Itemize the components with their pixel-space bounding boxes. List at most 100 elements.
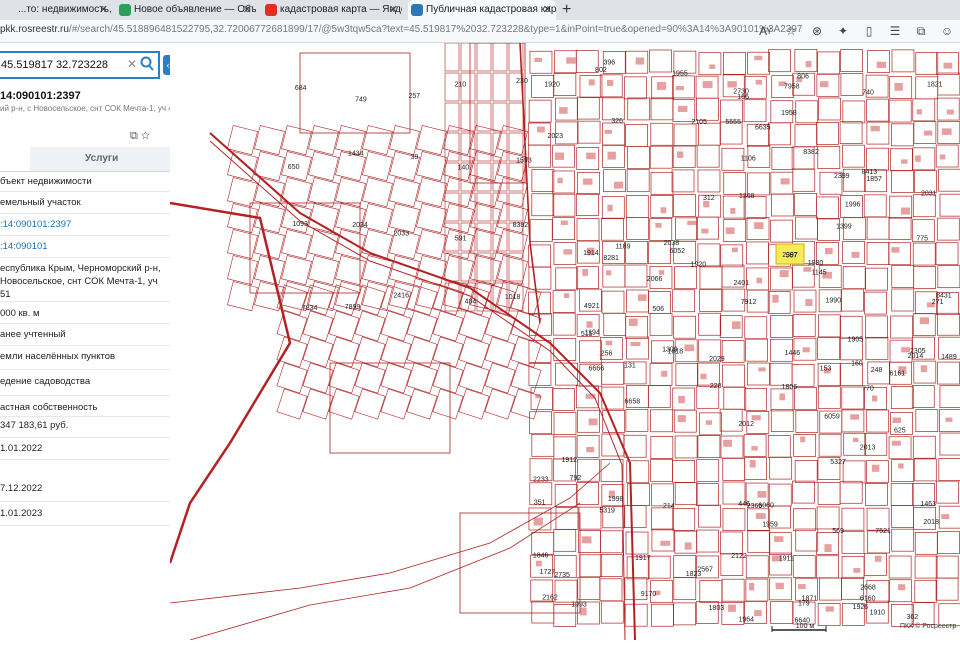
extension-icon[interactable]: ⊛ <box>804 22 830 40</box>
parcel <box>579 340 602 364</box>
parcel-label: 1998 <box>608 496 624 503</box>
search-box[interactable]: 45.519817 32.723228 ✕ <box>0 51 160 79</box>
building <box>727 81 737 88</box>
parcel <box>771 193 794 217</box>
building <box>586 152 596 160</box>
parcel <box>866 409 890 433</box>
building <box>725 227 735 234</box>
parcel <box>626 336 649 360</box>
parcel-label: 1593 <box>516 158 532 165</box>
parcel <box>816 506 840 530</box>
search-icon[interactable] <box>140 56 154 77</box>
close-icon[interactable]: ✕ <box>99 0 108 20</box>
parcel <box>623 505 647 528</box>
parcel <box>601 97 625 121</box>
parcel <box>937 361 960 385</box>
building <box>605 340 613 346</box>
browser-toolbar: Aᵞ ☆ ⊛ ✦ ▯ ☰ ⧉ ☺ <box>752 22 960 40</box>
browser-tab-4[interactable]: Публичная кадастровая карта ✕ <box>408 0 556 20</box>
favorite-star-icon[interactable]: ☆ <box>778 22 804 40</box>
building <box>723 439 732 447</box>
tab-info[interactable] <box>0 147 30 171</box>
copy-icon[interactable]: ⧉ <box>130 130 138 142</box>
parcel <box>576 96 600 120</box>
parcel <box>531 169 555 192</box>
parcel <box>354 362 386 394</box>
parcel <box>767 291 791 314</box>
parcel <box>528 266 552 290</box>
parcel <box>508 162 524 192</box>
parcel <box>577 120 601 144</box>
browser-tab-1[interactable]: ...то: недвижимость, транспорт ✕ <box>0 0 112 20</box>
parcel <box>302 310 334 342</box>
parcel <box>891 459 914 482</box>
search-input[interactable]: 45.519817 32.723228 <box>1 59 108 71</box>
tab-services[interactable]: Услуги <box>85 153 118 164</box>
parcel-label: 8382 <box>803 149 819 156</box>
row-divider <box>0 257 170 258</box>
parcel <box>380 310 412 342</box>
collections-icon[interactable]: ⧉ <box>908 22 934 40</box>
cadastral-map[interactable]: 684 749 257 210 230 650 1434 39 140 1593 1093 2034 2… <box>168 42 960 641</box>
road <box>189 502 581 641</box>
parcel <box>674 482 698 506</box>
building <box>945 417 953 422</box>
read-aloud-icon[interactable]: Aᵞ <box>752 22 778 40</box>
parcel <box>354 336 386 368</box>
split-screen-icon[interactable]: ▯ <box>856 22 882 40</box>
browser-tab-3[interactable]: кадастровая карта — Яндекс: на ✕ <box>262 0 402 20</box>
row-divider <box>0 501 170 502</box>
attribute-row[interactable]: :14:090101 <box>0 241 170 253</box>
attribute-row[interactable]: :14:090101:2397 <box>0 219 170 231</box>
close-icon[interactable]: ✕ <box>389 0 398 20</box>
parcel-label: 1910 <box>869 609 885 616</box>
building <box>677 105 688 112</box>
parcel-label: 228 <box>710 383 722 390</box>
browser-tab-2[interactable]: Новое объявление — Объявлен ✕ <box>116 0 256 20</box>
parcel-label: 210 <box>454 82 466 89</box>
parcel <box>819 577 842 601</box>
building <box>684 542 692 550</box>
building <box>586 321 593 328</box>
map-canvas[interactable]: 684 749 257 210 230 650 1434 39 140 1593 1093 2034 2… <box>168 42 960 641</box>
building <box>915 155 921 162</box>
parcel <box>602 122 625 146</box>
puzzle-icon[interactable]: ✦ <box>830 22 856 40</box>
parcel <box>794 124 818 148</box>
parcel-label: 1189 <box>615 243 630 250</box>
building <box>756 277 763 284</box>
address-url[interactable]: pkk.rosreestr.ru/#/search/45.51889648152… <box>0 24 802 35</box>
favorites-icon[interactable]: ☰ <box>882 22 908 40</box>
close-icon[interactable]: ✕ <box>543 0 552 20</box>
parcel-label: 404 <box>465 299 477 306</box>
address-bar[interactable]: pkk.rosreestr.ru/#/search/45.51889648152… <box>0 20 960 43</box>
parcel <box>720 435 744 459</box>
building <box>919 317 930 325</box>
parcel <box>768 122 791 146</box>
parcel <box>672 289 696 313</box>
parcel <box>579 75 603 98</box>
url-host: pkk.rosreestr.ru <box>0 24 69 35</box>
parcel <box>553 528 577 552</box>
building <box>779 270 789 278</box>
parcel-label: 271 <box>932 299 944 306</box>
parcel <box>647 555 671 579</box>
building <box>604 129 612 134</box>
parcel-label: 1803 <box>709 605 725 612</box>
bookmark-star-icon[interactable]: ☆ <box>141 130 150 142</box>
close-icon[interactable]: ✕ <box>243 0 252 20</box>
parcel <box>531 193 555 217</box>
parcel-label: 567 <box>786 253 798 260</box>
parcel <box>915 52 939 75</box>
parcel-label: 2013 <box>860 444 876 451</box>
info-panel: 45.519817 32.723228 ✕ ‹ 14:090101:2397 и… <box>0 43 171 640</box>
building <box>705 420 713 425</box>
new-tab-button[interactable]: + <box>562 0 571 19</box>
clear-icon[interactable]: ✕ <box>127 57 137 71</box>
parcel <box>627 146 650 170</box>
parcel-label: 1846 <box>533 553 549 560</box>
parcel <box>674 266 697 290</box>
parcel <box>888 99 912 123</box>
profile-icon[interactable]: ☺ <box>934 22 960 40</box>
parcel <box>531 600 555 624</box>
